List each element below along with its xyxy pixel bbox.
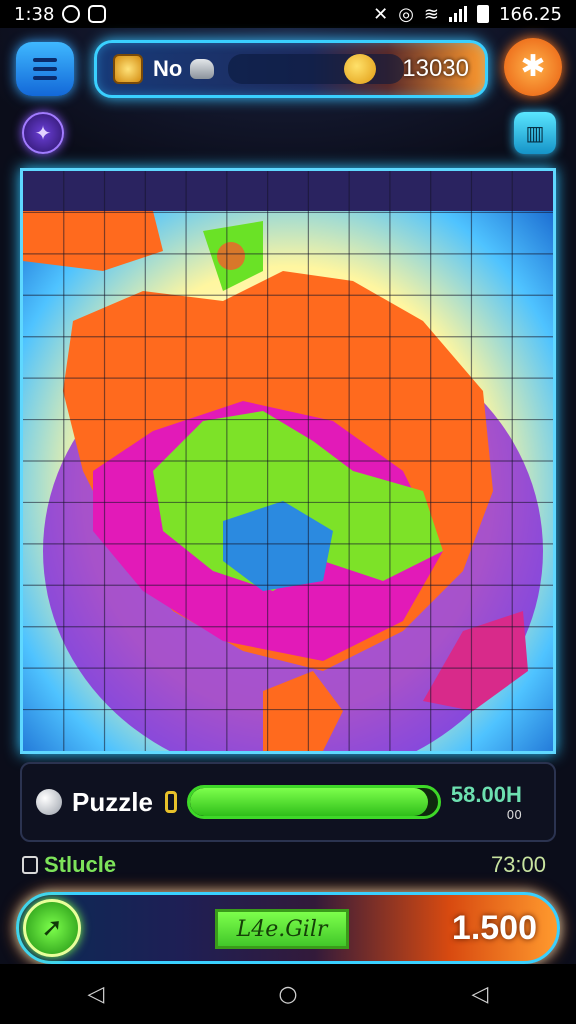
recent-button[interactable]: ◁ — [450, 982, 510, 1007]
action-bar: ➚ L4e.Gilr 1.500 — [16, 892, 560, 964]
level-tag[interactable]: L4e.Gilr — [215, 909, 349, 949]
progress-bar — [186, 785, 441, 819]
portal-button[interactable]: ✦ — [22, 112, 64, 154]
settings-icon: ✱ — [520, 49, 546, 84]
status-row: Stlucle 73:00 — [22, 850, 554, 880]
resource-label: No — [153, 56, 183, 81]
arrow-icon: ➚ — [41, 913, 63, 943]
game-hud: No 13030 ✱ ✦ ▥ — [0, 28, 576, 168]
resource-track — [228, 54, 405, 84]
menu-button[interactable] — [16, 42, 74, 96]
status-label: Stlucle — [44, 852, 117, 877]
gallery-button[interactable]: ▥ — [514, 112, 556, 154]
system-status-bar: 1:38 ✕ ◎ ≋ 166.25 — [0, 0, 576, 28]
status-timer: 73:00 — [490, 852, 546, 877]
puzzle-board[interactable] — [20, 168, 556, 754]
back-button[interactable]: ◁ — [66, 982, 126, 1007]
signal-icon — [449, 6, 468, 22]
key-icon — [164, 791, 177, 813]
play-button[interactable]: ➚ — [23, 899, 81, 957]
coin-icon — [113, 54, 143, 84]
menu-icon — [33, 58, 57, 62]
level-label: L4e.Gilr — [236, 916, 328, 942]
progress-fill — [189, 788, 428, 816]
navigation-bar: ◁ ○ ◁ — [0, 964, 576, 1024]
settings-button[interactable]: ✱ — [504, 38, 562, 96]
clock-time: 1:38 — [14, 3, 55, 25]
mute-icon: ✕ — [373, 3, 389, 25]
progress-label: Puzzle — [72, 786, 153, 817]
pearl-icon — [36, 789, 62, 815]
progress-sub: 00 — [506, 808, 522, 822]
battery-text: 166.25 — [499, 3, 562, 25]
home-button[interactable]: ○ — [258, 982, 318, 1007]
lock-icon — [22, 856, 38, 874]
action-value: 1.500 — [451, 909, 537, 947]
wifi-icon: ≋ — [423, 3, 440, 25]
progress-value: 58.00H — [450, 782, 522, 807]
notification-circle-icon — [62, 5, 81, 23]
stone-icon — [190, 59, 215, 79]
puzzle-image — [23, 171, 553, 751]
battery-icon — [477, 5, 490, 23]
notification-square-icon — [88, 5, 107, 23]
portal-icon: ✦ — [34, 121, 52, 145]
currency-value: 13030 — [402, 55, 469, 82]
alarm-icon: ◎ — [398, 3, 414, 25]
board-sky — [23, 171, 553, 211]
gallery-icon: ▥ — [525, 121, 545, 145]
monkey-figure — [217, 242, 245, 270]
progress-panel: Puzzle 58.00H 00 — [20, 762, 556, 842]
resource-bar: No 13030 — [94, 40, 488, 98]
